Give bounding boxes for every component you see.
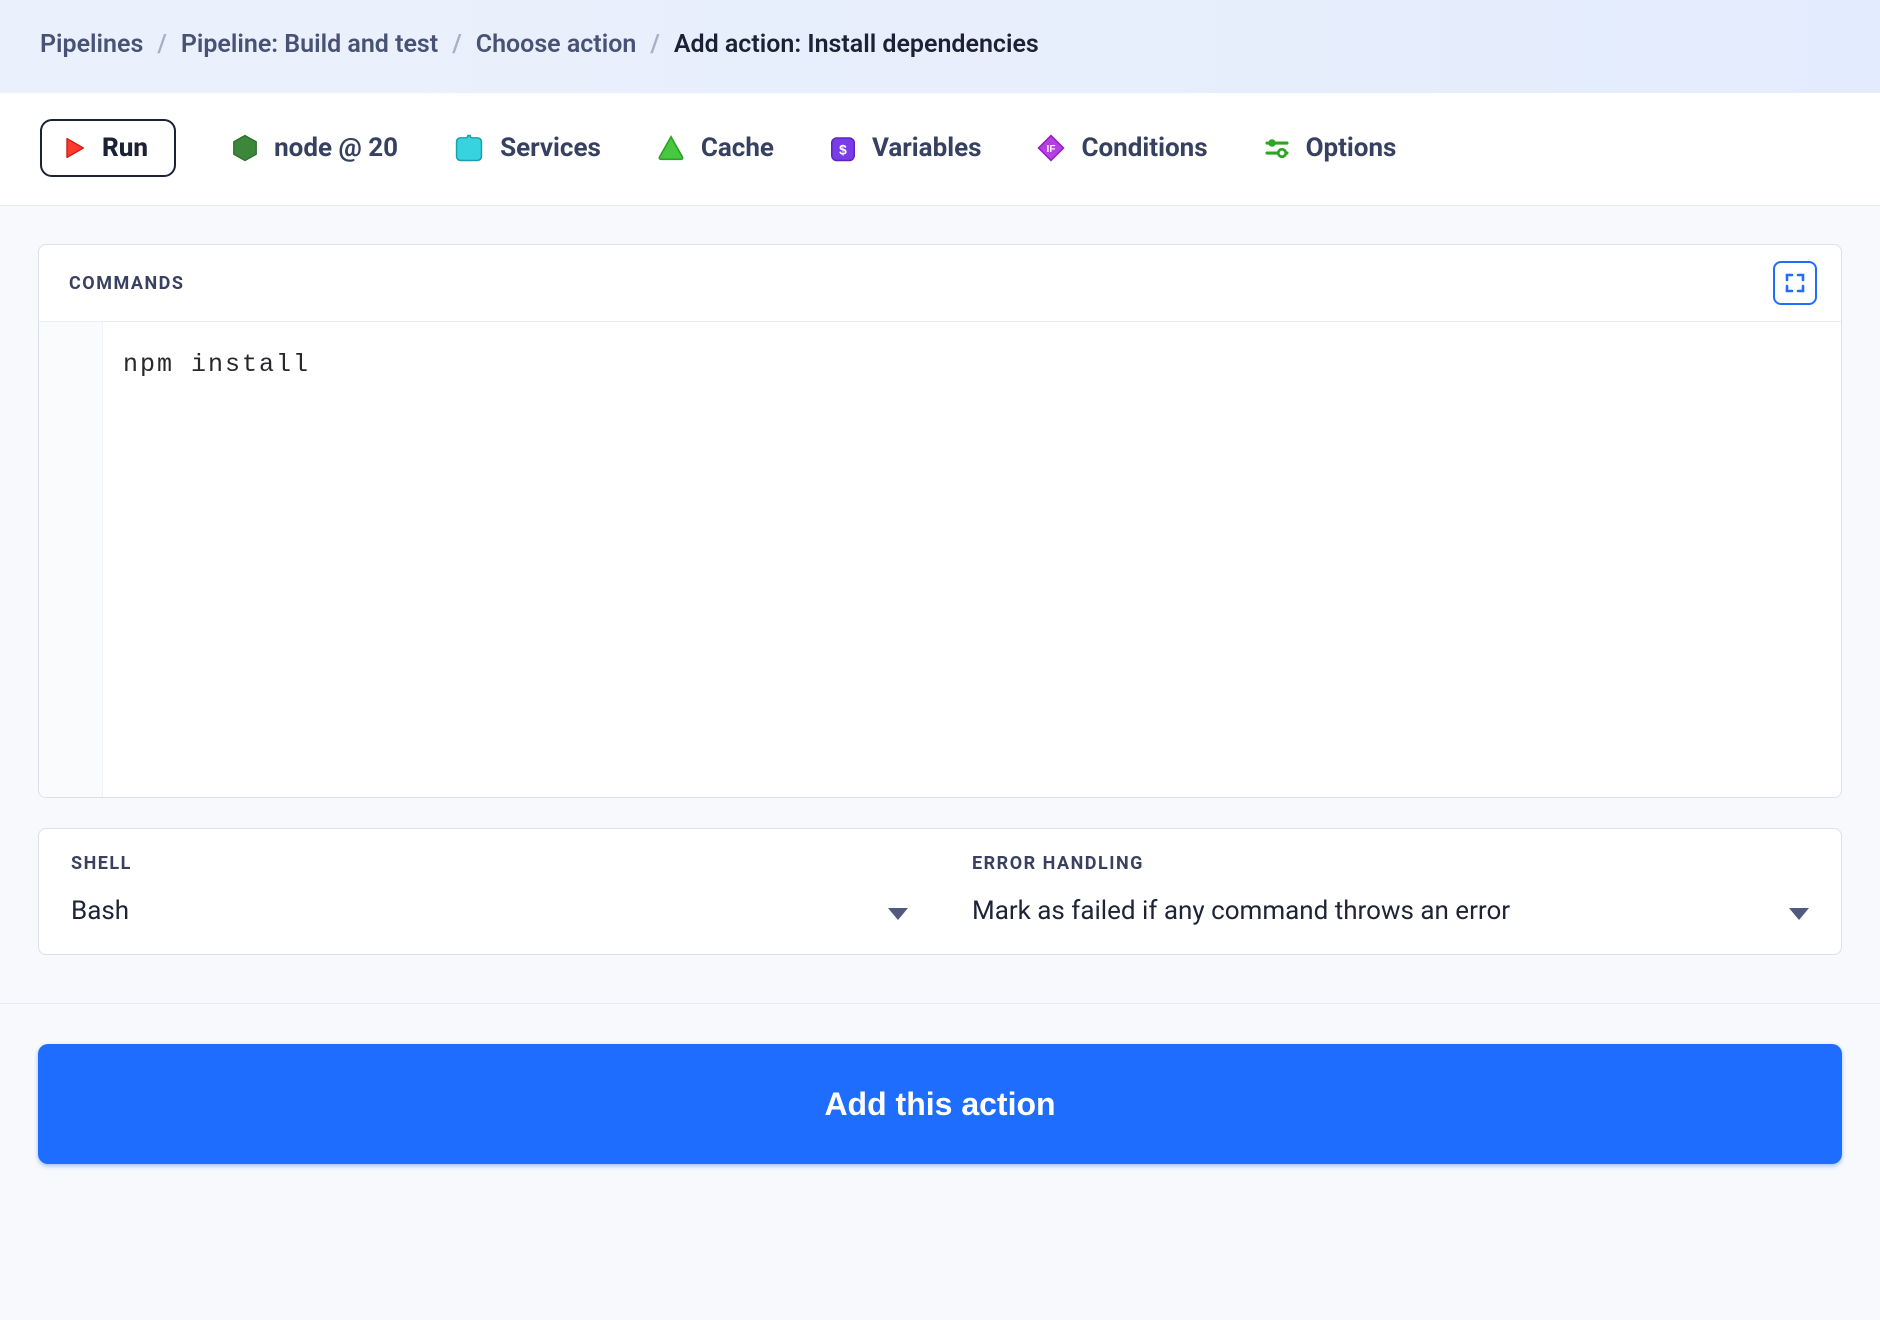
tab-cache[interactable]: Cache xyxy=(655,133,774,163)
breadcrumb: Pipelines / Pipeline: Build and test / C… xyxy=(0,0,1880,93)
tab-run[interactable]: Run xyxy=(40,119,176,177)
shell-label: SHELL xyxy=(71,853,908,874)
breadcrumb-link-choose-action[interactable]: Choose action xyxy=(476,30,637,59)
breadcrumb-link-pipelines[interactable]: Pipelines xyxy=(40,30,143,59)
services-icon xyxy=(452,133,486,163)
tab-services[interactable]: Services xyxy=(452,133,601,163)
tab-options-label: Options xyxy=(1306,133,1397,163)
error-handling-select[interactable]: ERROR HANDLING Mark as failed if any com… xyxy=(940,829,1841,954)
tab-node-label: node @ 20 xyxy=(274,133,398,163)
node-icon xyxy=(230,133,260,163)
main-content: COMMANDS npm install SHELL Bash ERROR HA… xyxy=(0,206,1880,955)
tab-cache-label: Cache xyxy=(701,133,774,163)
commands-label: COMMANDS xyxy=(69,273,184,294)
tab-services-label: Services xyxy=(500,133,601,163)
svg-text:IF: IF xyxy=(1047,144,1056,155)
fullscreen-icon xyxy=(1783,271,1807,295)
conditions-icon: IF xyxy=(1035,133,1067,163)
add-action-button[interactable]: Add this action xyxy=(38,1044,1842,1164)
fullscreen-button[interactable] xyxy=(1773,261,1817,305)
settings-row: SHELL Bash ERROR HANDLING Mark as failed… xyxy=(38,828,1842,955)
breadcrumb-link-pipeline[interactable]: Pipeline: Build and test xyxy=(181,30,438,59)
commands-panel: COMMANDS npm install xyxy=(38,244,1842,798)
error-handling-label: ERROR HANDLING xyxy=(972,853,1809,874)
tab-conditions[interactable]: IF Conditions xyxy=(1035,133,1207,163)
editor-gutter xyxy=(39,322,103,797)
tab-variables-label: Variables xyxy=(872,133,982,163)
variables-icon: $ xyxy=(828,133,858,163)
error-handling-value: Mark as failed if any command throws an … xyxy=(972,896,1809,926)
tab-run-label: Run xyxy=(102,133,148,163)
svg-text:$: $ xyxy=(839,142,847,157)
tab-variables[interactable]: $ Variables xyxy=(828,133,982,163)
shell-select[interactable]: SHELL Bash xyxy=(39,829,940,954)
chevron-down-icon xyxy=(888,908,908,920)
tab-options[interactable]: Options xyxy=(1262,133,1397,163)
shell-value: Bash xyxy=(71,896,908,926)
breadcrumb-current: Add action: Install dependencies xyxy=(674,30,1039,59)
code-content: npm install xyxy=(103,322,1841,797)
breadcrumb-separator: / xyxy=(650,30,660,59)
breadcrumb-separator: / xyxy=(157,30,167,59)
code-editor[interactable]: npm install xyxy=(39,322,1841,797)
tab-conditions-label: Conditions xyxy=(1081,133,1207,163)
tabs-bar: Run node @ 20 Services Cache $ Variables… xyxy=(0,93,1880,206)
tab-node[interactable]: node @ 20 xyxy=(230,133,398,163)
chevron-down-icon xyxy=(1789,908,1809,920)
breadcrumb-separator: / xyxy=(452,30,462,59)
cache-icon xyxy=(655,133,687,163)
play-icon xyxy=(60,134,88,162)
footer: Add this action xyxy=(0,1003,1880,1204)
options-icon xyxy=(1262,133,1292,163)
